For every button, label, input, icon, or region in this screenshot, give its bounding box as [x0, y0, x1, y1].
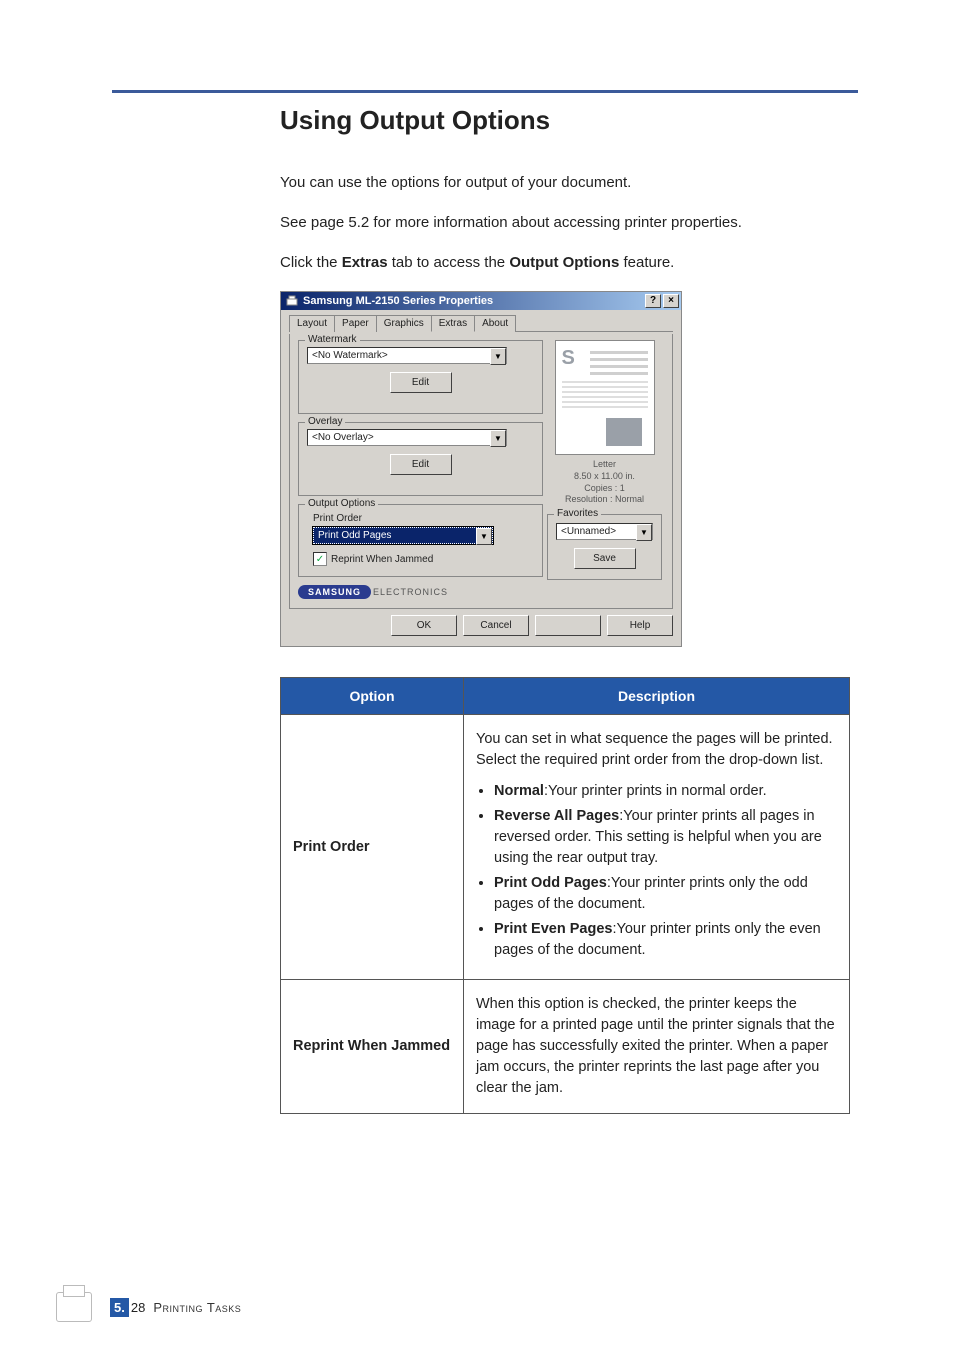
opt-reprint: Reprint When Jammed — [281, 980, 464, 1114]
titlebar: Samsung ML-2150 Series Properties ? × — [281, 292, 681, 310]
cancel-button[interactable]: Cancel — [463, 615, 529, 636]
dialog-title: Samsung ML-2150 Series Properties — [303, 295, 493, 307]
reprint-checkbox[interactable]: ✓ Reprint When Jammed — [313, 552, 534, 566]
tab-about[interactable]: About — [474, 315, 516, 332]
group-output-label: Output Options — [305, 498, 378, 509]
properties-dialog: Samsung ML-2150 Series Properties ? × La… — [280, 291, 682, 647]
table-row: Reprint When Jammed When this option is … — [281, 980, 850, 1114]
header-rule — [112, 90, 858, 93]
group-output-options: Output Options Print Order Print Odd Pag… — [298, 504, 543, 577]
chevron-down-icon: ▼ — [636, 524, 652, 541]
page-chapter: 5. — [110, 1298, 129, 1317]
brand: SAMSUNG ELECTRONICS — [298, 585, 664, 599]
watermark-edit-button[interactable]: Edit — [390, 372, 452, 393]
section-name: Printing Tasks — [153, 1300, 241, 1315]
apply-button[interactable] — [535, 615, 601, 636]
group-watermark-label: Watermark — [305, 334, 360, 345]
opt-print-order: Print Order — [281, 715, 464, 980]
desc-reprint: When this option is checked, the printer… — [464, 980, 850, 1114]
overlay-select[interactable]: <No Overlay> ▼ — [307, 429, 507, 446]
options-table: Option Description Print Order You can s… — [280, 677, 850, 1114]
tab-strip: Layout Paper Graphics Extras About — [289, 314, 673, 332]
table-row: Print Order You can set in what sequence… — [281, 715, 850, 980]
favorites-save-button[interactable]: Save — [574, 548, 636, 569]
group-favorites: Favorites <Unnamed> ▼ Save — [547, 514, 662, 580]
check-icon: ✓ — [313, 552, 327, 566]
favorites-select[interactable]: <Unnamed> ▼ — [556, 523, 653, 540]
tab-extras[interactable]: Extras — [431, 315, 475, 332]
overlay-edit-button[interactable]: Edit — [390, 454, 452, 475]
watermark-select[interactable]: <No Watermark> ▼ — [307, 347, 507, 364]
instruction-para: Click the Extras tab to access the Outpu… — [280, 252, 858, 274]
help-button[interactable]: ? — [645, 294, 661, 308]
tab-paper[interactable]: Paper — [334, 315, 377, 332]
intro-para: You can use the options for output of yo… — [280, 172, 858, 194]
help-button-bottom[interactable]: Help — [607, 615, 673, 636]
group-watermark: Watermark <No Watermark> ▼ Edit — [298, 340, 543, 414]
chevron-down-icon: ▼ — [476, 528, 492, 545]
app-icon — [285, 294, 299, 308]
page-footer: 5.28 Printing Tasks — [56, 1292, 241, 1322]
group-overlay-label: Overlay — [305, 416, 345, 427]
th-description: Description — [464, 678, 850, 715]
group-overlay: Overlay <No Overlay> ▼ Edit — [298, 422, 543, 496]
chevron-down-icon: ▼ — [490, 430, 506, 447]
printer-icon — [56, 1292, 92, 1322]
print-order-select[interactable]: Print Odd Pages ▼ — [313, 527, 493, 544]
tab-panel-extras: Watermark <No Watermark> ▼ Edit Overlay … — [289, 334, 673, 609]
preview-meta: Letter 8.50 x 11.00 in. Copies : 1 Resol… — [547, 459, 662, 506]
print-order-label: Print Order — [313, 513, 534, 524]
close-button[interactable]: × — [663, 294, 679, 308]
ok-button[interactable]: OK — [391, 615, 457, 636]
seealso-para: See page 5.2 for more information about … — [280, 212, 858, 234]
desc-print-order: You can set in what sequence the pages w… — [464, 715, 850, 980]
tab-layout[interactable]: Layout — [289, 315, 335, 332]
tab-graphics[interactable]: Graphics — [376, 315, 432, 332]
th-option: Option — [281, 678, 464, 715]
favorites-label: Favorites — [554, 508, 601, 519]
page-heading: Using Output Options — [280, 105, 858, 136]
page-preview: S — [555, 340, 655, 455]
chevron-down-icon: ▼ — [490, 348, 506, 365]
page-number: 28 — [129, 1298, 147, 1317]
